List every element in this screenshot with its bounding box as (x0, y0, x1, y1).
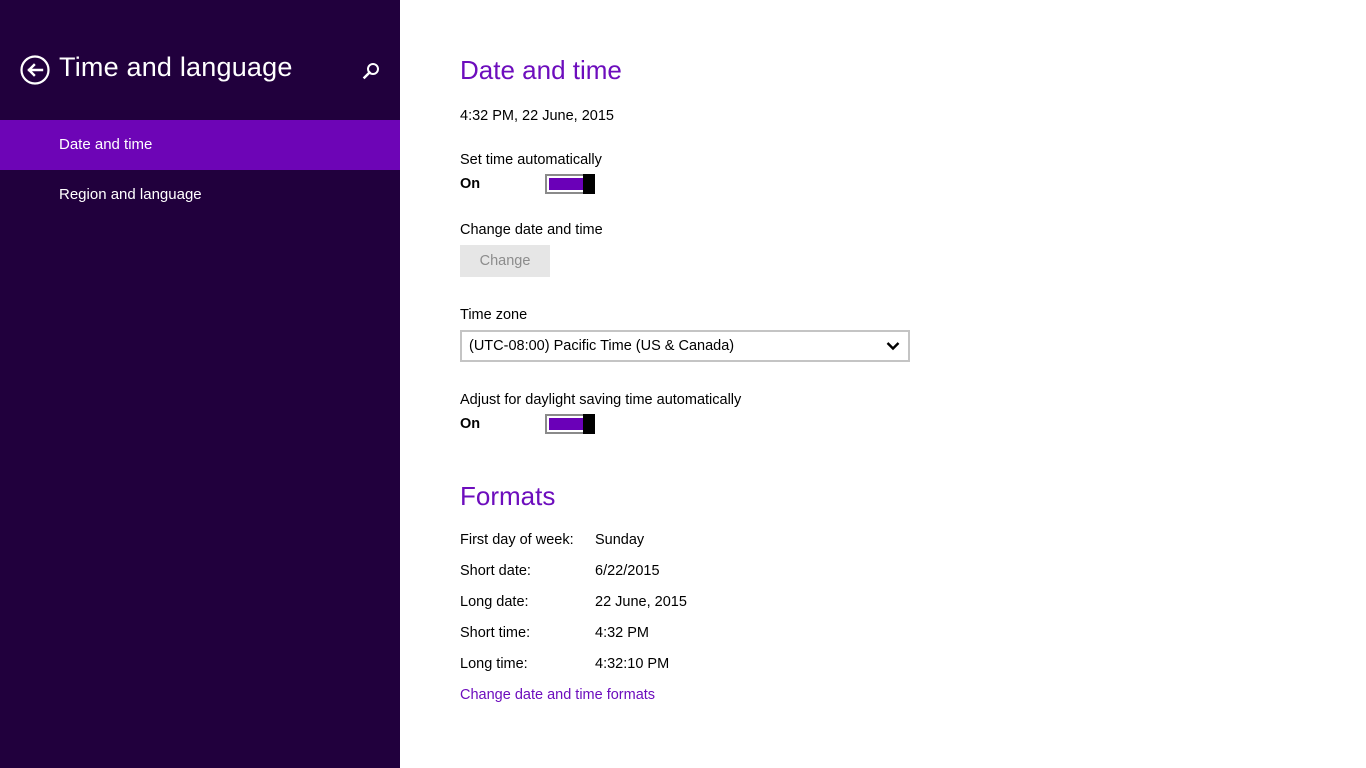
back-button[interactable] (20, 55, 50, 85)
format-value-long-date: 22 June, 2015 (595, 594, 687, 610)
search-button[interactable] (360, 60, 382, 82)
sidebar-nav: Date and time Region and language (0, 120, 400, 220)
settings-window: Time and language Date and time Region a… (0, 0, 1366, 768)
sidebar-header: Time and language (0, 0, 400, 120)
formats-heading: Formats (460, 481, 556, 511)
dst-toggle[interactable] (545, 414, 595, 434)
back-arrow-icon (20, 55, 50, 85)
search-icon (362, 63, 379, 80)
page-title: Time and language (59, 52, 293, 82)
sidebar-item-date-and-time[interactable]: Date and time (0, 120, 400, 170)
date-and-time-heading: Date and time (460, 55, 622, 85)
sidebar: Time and language Date and time Region a… (0, 0, 400, 768)
time-zone-label: Time zone (460, 307, 528, 323)
current-date-time: 4:32 PM, 22 June, 2015 (460, 108, 614, 124)
set-time-automatically-label: Set time automatically (460, 152, 602, 168)
toggle-thumb (583, 414, 595, 434)
main-content: Date and time 4:32 PM, 22 June, 2015 Set… (460, 0, 1340, 768)
time-zone-select[interactable]: (UTC-08:00) Pacific Time (US & Canada) (460, 330, 910, 362)
toggle-thumb (583, 174, 595, 194)
set-time-automatically-toggle[interactable] (545, 174, 595, 194)
format-label-short-time: Short time: (460, 625, 531, 641)
toggle-fill (549, 178, 583, 190)
toggle-fill (549, 418, 583, 430)
change-button[interactable]: Change (460, 245, 550, 277)
format-value-first-day: Sunday (595, 532, 645, 548)
format-value-short-time: 4:32 PM (595, 625, 649, 641)
dst-state: On (460, 416, 481, 432)
change-formats-link[interactable]: Change date and time formats (460, 687, 655, 703)
time-zone-value: (UTC-08:00) Pacific Time (US & Canada) (469, 338, 735, 354)
format-label-short-date: Short date: (460, 563, 531, 579)
format-label-long-time: Long time: (460, 656, 528, 672)
format-value-long-time: 4:32:10 PM (595, 656, 670, 672)
set-time-automatically-state: On (460, 176, 481, 192)
chevron-down-icon (886, 342, 900, 351)
sidebar-item-region-and-language[interactable]: Region and language (0, 170, 400, 220)
dst-label: Adjust for daylight saving time automati… (460, 392, 742, 408)
change-date-and-time-label: Change date and time (460, 222, 603, 238)
format-label-first-day: First day of week: (460, 532, 574, 548)
format-label-long-date: Long date: (460, 594, 529, 610)
format-value-short-date: 6/22/2015 (595, 563, 660, 579)
